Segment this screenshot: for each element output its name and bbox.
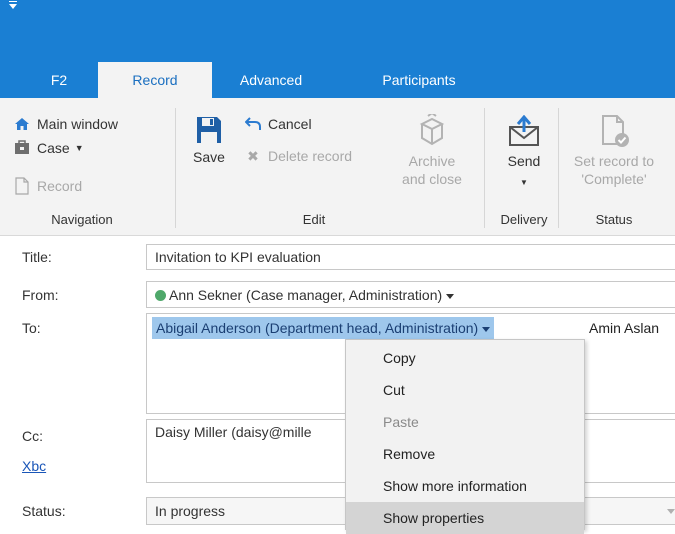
send-envelope-icon — [497, 110, 551, 152]
navigation-group-label: Navigation — [51, 212, 113, 227]
set-record-line1: Set record to — [573, 153, 655, 169]
status-group-label: Status — [595, 212, 633, 227]
delete-x-icon: ✖ — [247, 147, 259, 164]
case-icon — [13, 139, 31, 157]
from-field[interactable]: Ann Sekner (Case manager, Administration… — [146, 281, 675, 308]
chevron-down-icon — [667, 509, 675, 514]
ribbon: Main window Case ▼ Record Navigation Sav… — [0, 98, 675, 236]
case-label: Case — [37, 140, 70, 156]
from-label: From: — [22, 287, 59, 303]
delivery-group-label: Delivery — [500, 212, 548, 227]
undo-icon — [244, 115, 262, 133]
record-label: Record — [37, 178, 83, 194]
archive-box-icon — [394, 110, 470, 152]
send-button[interactable]: Send ▼ — [497, 110, 551, 192]
main-window-button[interactable]: Main window — [13, 112, 118, 136]
quick-access-dropdown-icon[interactable] — [9, 4, 17, 9]
from-value: Ann Sekner (Case manager, Administration… — [169, 287, 443, 303]
chevron-down-icon — [446, 293, 455, 299]
menu-item-paste[interactable]: Paste — [346, 406, 584, 438]
quick-access-line — [9, 1, 17, 2]
title-input[interactable]: Invitation to KPI evaluation — [146, 244, 675, 270]
tab-record[interactable]: Record — [98, 62, 212, 98]
to-selected-value: Abigail Anderson (Department head, Admin… — [156, 320, 479, 336]
presence-status-icon — [155, 290, 166, 301]
chevron-down-icon: ▼ — [520, 178, 528, 187]
save-button[interactable]: Save — [186, 112, 232, 166]
cancel-label: Cancel — [268, 116, 312, 132]
main-window-label: Main window — [37, 116, 118, 132]
title-label: Title: — [22, 249, 52, 265]
archive-label-line2: and close — [402, 171, 462, 187]
to-recipient-chip[interactable]: Amin Aslan — [589, 317, 659, 339]
tab-f2[interactable]: F2 — [38, 62, 80, 98]
send-label: Send — [507, 153, 541, 169]
tab-participants[interactable]: Participants — [366, 62, 472, 98]
chevron-down-icon — [482, 326, 491, 332]
context-menu: Copy Cut Paste Remove Show more informat… — [345, 339, 585, 534]
menu-item-show-properties[interactable]: Show properties — [346, 502, 584, 534]
title-value: Invitation to KPI evaluation — [155, 249, 321, 265]
group-separator — [558, 108, 559, 228]
xbc-link[interactable]: Xbc — [22, 458, 46, 474]
group-separator — [175, 108, 176, 228]
document-icon — [13, 177, 31, 195]
menu-item-copy[interactable]: Copy — [346, 342, 584, 374]
to-label: To: — [22, 320, 41, 336]
cc-label: Cc: — [22, 428, 43, 444]
cc-value: Daisy Miller (daisy@mille — [155, 424, 312, 440]
menu-item-show-more-information[interactable]: Show more information — [346, 470, 584, 502]
menu-item-cut[interactable]: Cut — [346, 374, 584, 406]
archive-and-close-button[interactable]: Archive and close — [394, 110, 470, 188]
set-record-line2: 'Complete' — [581, 171, 647, 187]
home-icon — [13, 115, 31, 133]
status-value: In progress — [155, 503, 226, 519]
menu-item-remove[interactable]: Remove — [346, 438, 584, 470]
save-label: Save — [193, 149, 225, 165]
case-button[interactable]: Case ▼ — [13, 136, 84, 160]
from-chip[interactable]: Ann Sekner (Case manager, Administration… — [155, 287, 455, 303]
delete-record-label: Delete record — [268, 148, 353, 164]
save-icon — [186, 112, 232, 148]
to-recipient-chip-selected[interactable]: Abigail Anderson (Department head, Admin… — [152, 317, 495, 339]
tab-advanced[interactable]: Advanced — [222, 62, 320, 98]
record-button[interactable]: Record — [13, 174, 82, 198]
cancel-button[interactable]: Cancel — [244, 112, 312, 136]
set-record-complete-button[interactable]: Set record to 'Complete' — [564, 110, 664, 188]
chevron-down-icon: ▼ — [74, 143, 84, 153]
delete-record-button[interactable]: ✖ Delete record — [244, 144, 352, 168]
document-check-icon — [564, 110, 664, 152]
group-separator — [484, 108, 485, 228]
status-label: Status: — [22, 503, 66, 519]
edit-group-label: Edit — [302, 212, 326, 227]
archive-label-line1: Archive — [408, 153, 456, 169]
